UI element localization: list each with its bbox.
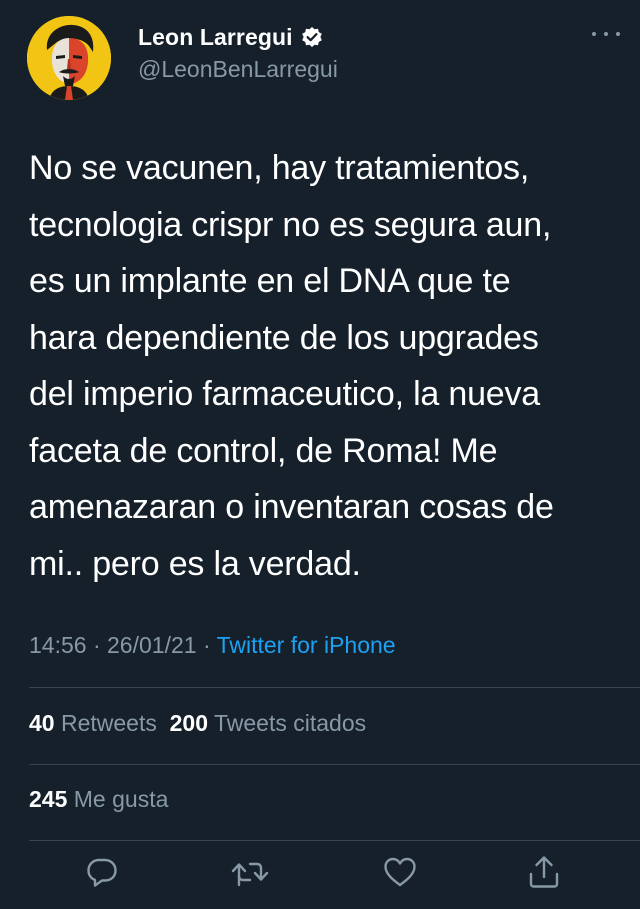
avatar[interactable] <box>27 16 111 100</box>
tweet-line: amenazaran o inventaran cosas de <box>29 488 554 526</box>
retweet-icon <box>231 862 269 887</box>
tweet-header: Leon Larregui @LeonBenLarregui <box>0 0 640 120</box>
tweet-line: del imperio farmaceutico, la nueva <box>29 375 541 413</box>
retweets-label: Retweets <box>60 710 157 736</box>
likes-count: 245 <box>29 786 68 812</box>
retweet-button[interactable] <box>230 852 270 892</box>
quotes-stat[interactable]: 200 Tweets citados <box>170 710 367 736</box>
reply-icon <box>87 858 117 887</box>
tweet-date: 26/01/21 <box>107 632 197 658</box>
divider <box>29 687 640 688</box>
tweet-source-link[interactable]: Twitter for iPhone <box>217 632 396 658</box>
share-button[interactable] <box>524 852 564 892</box>
quotes-label: Tweets citados <box>214 710 367 736</box>
tweet-line: mi.. pero es la verdad. <box>29 544 361 583</box>
action-bar <box>0 852 640 900</box>
verified-badge-icon <box>301 26 323 48</box>
tweet-line: tecnologia crispr no es segura aun, <box>29 205 552 244</box>
share-icon <box>529 856 559 888</box>
likes-stats-row: 245 Me gusta <box>29 786 168 813</box>
retweets-count: 40 <box>29 710 55 736</box>
meta-separator: · <box>202 632 211 658</box>
more-options-icon[interactable] <box>592 24 620 44</box>
divider <box>29 764 640 765</box>
retweets-stat[interactable]: 40 Retweets <box>29 710 157 736</box>
tweet-line: No se vacunen, hay tratamientos, <box>29 149 530 187</box>
divider <box>29 840 640 841</box>
quotes-count: 200 <box>169 710 209 736</box>
tweet-line: hara dependiente de los upgrades <box>29 318 539 357</box>
like-icon <box>384 857 416 887</box>
reply-button[interactable] <box>82 852 122 892</box>
avatar-illustration <box>27 16 111 100</box>
likes-label: Me gusta <box>73 786 169 812</box>
likes-stat[interactable]: 245 Me gusta <box>29 786 168 812</box>
tweet-metadata: 14:56 · 26/01/21 · Twitter for iPhone <box>29 632 396 659</box>
like-button[interactable] <box>380 852 420 892</box>
tweet-line: faceta de control, de Roma! Me <box>29 431 498 470</box>
tweet-text: No se vacunen, hay tratamientos, tecnolo… <box>29 140 629 592</box>
tweet-time: 14:56 <box>29 632 87 658</box>
retweet-stats-row: 40 Retweets 200 Tweets citados <box>29 710 366 737</box>
author-display-name[interactable]: Leon Larregui <box>138 24 293 51</box>
author-handle[interactable]: @LeonBenLarregui <box>138 56 338 83</box>
meta-separator: · <box>92 632 101 658</box>
tweet-line: es un implante en el DNA que te <box>29 262 511 300</box>
author-name-row: Leon Larregui <box>138 22 323 52</box>
